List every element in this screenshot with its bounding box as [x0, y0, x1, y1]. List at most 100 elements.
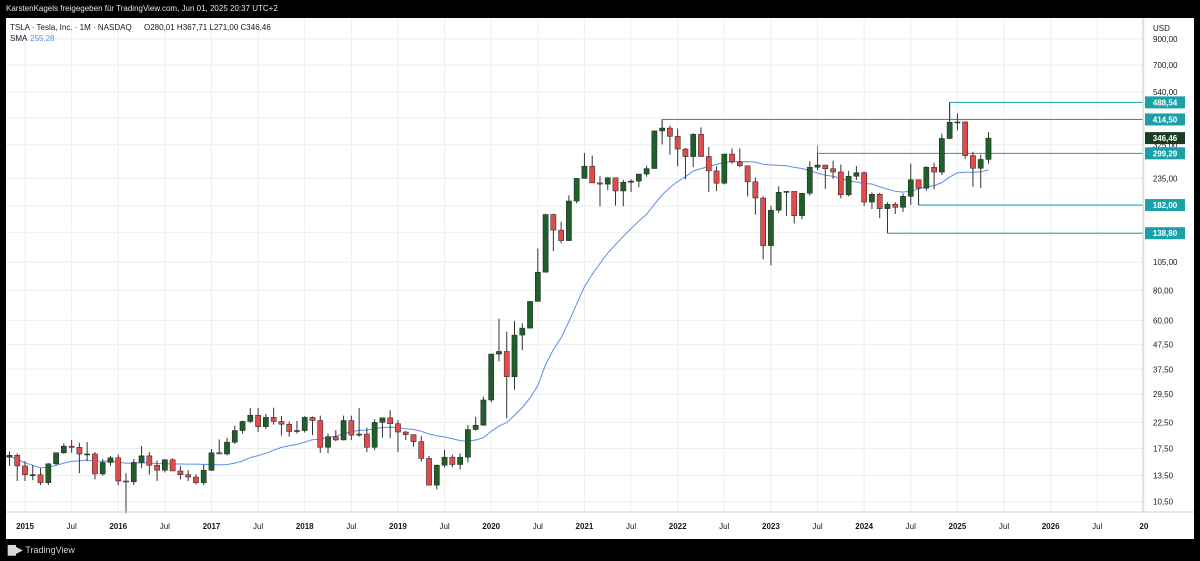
candle: [231, 425, 238, 444]
candle-body: [418, 441, 425, 459]
candle: [643, 165, 650, 177]
candle-body: [915, 179, 922, 189]
candle: [799, 192, 805, 220]
candle: [200, 464, 207, 486]
price-labels: 488,54 414,50 299,29 182,00 138,80 346,46: [1145, 96, 1185, 240]
chart-panel[interactable]: 900,00700,00540,00420,00325,00235,00180,…: [0, 18, 1194, 539]
candle-body: [690, 134, 697, 157]
x-tick-label: 2025: [949, 522, 967, 531]
candle: [263, 413, 269, 430]
legend-sma-label[interactable]: SMA: [10, 34, 28, 43]
candle: [488, 353, 495, 403]
candle-body: [278, 421, 285, 425]
candle-body: [589, 165, 596, 184]
x-tick-label: 2020: [482, 522, 500, 531]
candle: [612, 177, 619, 206]
candle: [441, 449, 448, 468]
candle-body: [216, 452, 223, 455]
x-tick-label: 2015: [16, 522, 34, 531]
footer-brand[interactable]: TradingView: [25, 545, 75, 555]
candle: [519, 323, 526, 351]
candle: [68, 439, 75, 453]
candle-body: [698, 134, 704, 157]
candle-body: [853, 172, 860, 177]
candle-body: [457, 456, 463, 465]
candle-body: [503, 351, 510, 377]
candle-body: [954, 121, 961, 124]
price-chart[interactable]: 900,00700,00540,00420,00325,00235,00180,…: [0, 18, 1194, 539]
candle: [876, 192, 883, 219]
candle: [387, 410, 394, 439]
candle: [278, 416, 285, 436]
x-tick-label: 2016: [109, 522, 127, 531]
candle-body: [566, 200, 572, 241]
level-lines: [661, 101, 1143, 234]
candle-body: [643, 168, 650, 175]
candle: [915, 179, 922, 206]
candle: [457, 453, 463, 470]
share-header: KarstenKagels freigegeben für TradingVie…: [0, 0, 1200, 18]
candle: [573, 178, 580, 204]
candle: [566, 195, 572, 241]
candle-body: [729, 153, 735, 163]
y-tick-label: 22,50: [1153, 418, 1174, 427]
candle-body: [923, 167, 930, 189]
candle: [22, 461, 28, 482]
candle-body: [177, 470, 184, 475]
x-tick-label: Jul: [999, 522, 1009, 531]
candle: [923, 165, 930, 191]
candle-body: [900, 196, 906, 208]
candle-body: [410, 434, 417, 442]
y-tick-label: 37,50: [1153, 365, 1174, 374]
candles-layer: [0, 102, 992, 514]
candle-body: [791, 191, 798, 216]
candle: [472, 416, 479, 431]
time-axis[interactable]: 2015 Jul 2016 Jul 2017 Jul 2018 Jul 2019 Jul 2020 J…: [16, 522, 1149, 531]
candle: [597, 176, 603, 207]
footer-bar: ▇▶ TradingView: [0, 539, 1200, 561]
candle: [146, 452, 153, 475]
candle: [861, 171, 868, 207]
candle: [130, 459, 137, 486]
candle-body: [721, 153, 728, 184]
x-tick-label: Jul: [719, 522, 729, 531]
candle: [410, 434, 417, 447]
legend-symbol[interactable]: TSLA · Tesla, Inc. · 1M · NASDAQ: [10, 23, 132, 32]
candle: [760, 196, 766, 260]
level-price-label-text: 414,50: [1153, 115, 1178, 124]
candle-body: [14, 454, 21, 467]
candle: [783, 191, 790, 216]
candle-body: [193, 476, 199, 483]
candle: [402, 431, 409, 440]
candle-body: [814, 164, 821, 168]
candle-body: [534, 271, 541, 302]
y-tick-label: 10,50: [1153, 498, 1174, 507]
candle-body: [573, 178, 580, 202]
candle: [418, 436, 425, 462]
candle: [698, 127, 704, 157]
candle-body: [92, 453, 98, 475]
candle-body: [682, 148, 689, 157]
candle: [791, 191, 798, 224]
candle: [45, 463, 52, 486]
candle-body: [612, 177, 619, 192]
candle-body: [185, 474, 192, 478]
candle-body: [99, 462, 106, 475]
x-tick-label: Jul: [439, 522, 449, 531]
level-price-label-text: 182,00: [1153, 201, 1178, 210]
candle: [542, 213, 549, 273]
x-tick-label: 2021: [576, 522, 594, 531]
candle: [744, 165, 751, 197]
candle: [736, 148, 743, 168]
candle: [604, 177, 611, 191]
candle-body: [441, 456, 448, 466]
candle-body: [806, 166, 813, 194]
candle: [814, 153, 821, 171]
candle: [340, 415, 347, 441]
candle-body: [970, 155, 976, 169]
candle: [208, 449, 215, 471]
candle: [177, 465, 184, 480]
candle-body: [480, 399, 487, 426]
candle-body: [550, 214, 557, 231]
candle: [589, 155, 596, 184]
